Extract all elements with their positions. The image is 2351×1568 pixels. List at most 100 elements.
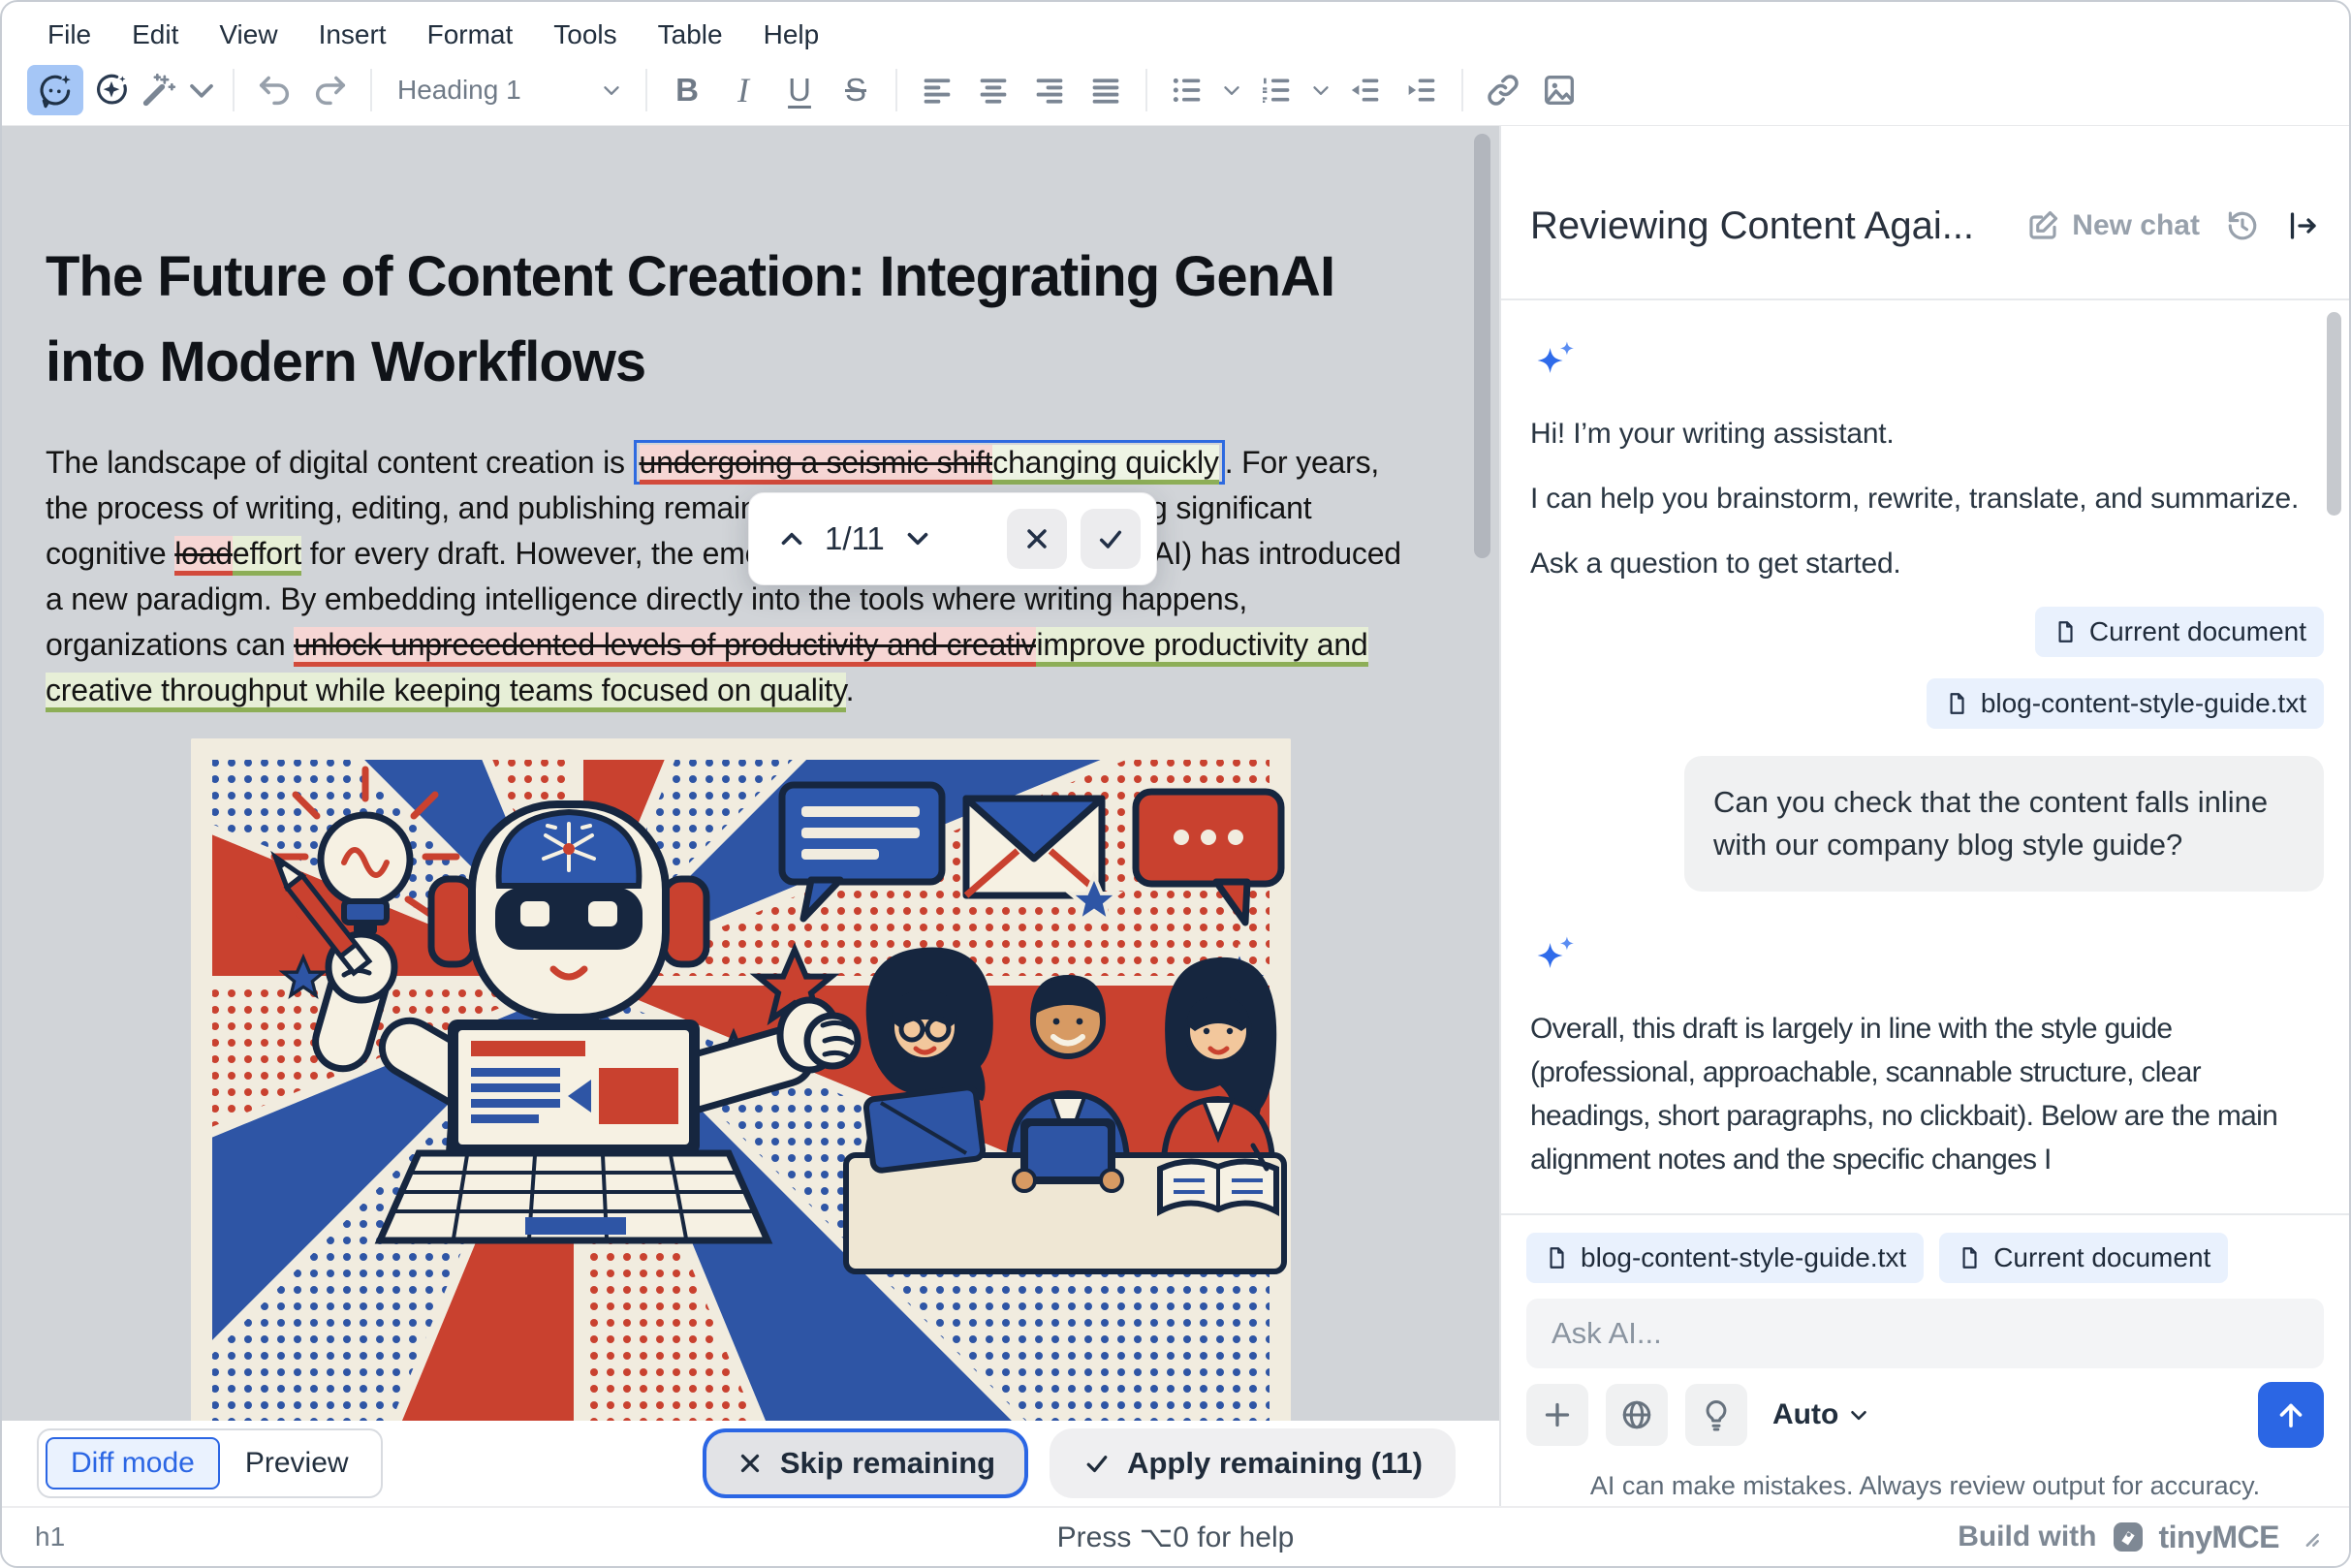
collapse-panel-button[interactable]: [2285, 208, 2320, 243]
menu-edit[interactable]: Edit: [111, 10, 199, 60]
branding-link[interactable]: Build with tinyMCE: [1958, 1518, 2279, 1556]
bold-button[interactable]: B: [659, 65, 715, 115]
menu-table[interactable]: Table: [638, 10, 743, 60]
chevron-down-icon: [599, 78, 624, 103]
previous-change-button[interactable]: [765, 512, 819, 566]
toolbar-separator: [645, 69, 647, 111]
block-format-dropdown[interactable]: Heading 1: [384, 65, 634, 115]
justify-button[interactable]: [1078, 65, 1134, 115]
assistant-message: I can help you brainstorm, rewrite, tran…: [1530, 477, 2324, 520]
toolbar: Heading 1 B I U S: [2, 62, 2349, 126]
ai-command-button[interactable]: [140, 65, 221, 115]
menu-tools[interactable]: Tools: [533, 10, 637, 60]
indent-button[interactable]: [1394, 65, 1450, 115]
send-button[interactable]: [2258, 1382, 2324, 1448]
editor-bottom-bar: Diff mode Preview Skip remaining Apply r…: [2, 1421, 1499, 1506]
chat-history-button[interactable]: [2225, 208, 2260, 243]
plus-icon: [1540, 1397, 1575, 1432]
change-counter: 1/11: [819, 520, 891, 557]
new-chat-button[interactable]: New chat: [2025, 208, 2200, 243]
strikethrough-icon: S: [845, 72, 866, 109]
image-icon: [1540, 71, 1579, 110]
apply-remaining-button[interactable]: Apply remaining (11): [1050, 1428, 1456, 1498]
chevron-down-icon: [182, 71, 221, 110]
ai-shortcuts-button[interactable]: [83, 65, 140, 115]
document-illustration[interactable]: [191, 738, 1291, 1421]
accept-change-button[interactable]: [1081, 509, 1141, 569]
tracked-deletion[interactable]: unlock unprecedented levels of productiv…: [294, 627, 1036, 667]
view-mode-toggle: Diff mode Preview: [37, 1428, 383, 1498]
collapse-panel-icon: [2285, 208, 2320, 243]
diff-mode-tab[interactable]: Diff mode: [46, 1437, 220, 1490]
underline-button[interactable]: U: [771, 65, 828, 115]
skip-remaining-button[interactable]: Skip remaining: [703, 1428, 1028, 1498]
paragraph-text: The landscape of digital content creatio…: [46, 445, 634, 480]
context-chip-style-guide[interactable]: blog-content-style-guide.txt: [1526, 1233, 1924, 1283]
undo-icon: [255, 71, 294, 110]
numbered-list-options-button[interactable]: [1304, 65, 1337, 115]
italic-icon: I: [737, 70, 749, 110]
chevron-down-icon: [1308, 78, 1333, 103]
undo-button[interactable]: [246, 65, 302, 115]
arrow-up-icon: [2273, 1396, 2309, 1433]
menu-file[interactable]: File: [27, 10, 111, 60]
ai-disclaimer: AI can make mistakes. Always review outp…: [1526, 1471, 2324, 1501]
ai-sparkle-icon: [1530, 335, 1581, 386]
menu-format[interactable]: Format: [407, 10, 534, 60]
align-left-button[interactable]: [909, 65, 965, 115]
ask-ai-input[interactable]: [1526, 1299, 2324, 1368]
reject-change-button[interactable]: [1007, 509, 1067, 569]
chat-title: Reviewing Content Agai...: [1530, 204, 2000, 248]
ai-chat-button[interactable]: [27, 65, 83, 115]
document-heading: The Future of Content Creation: Integrat…: [46, 235, 1436, 405]
apply-remaining-label: Apply remaining (11): [1127, 1446, 1423, 1481]
insert-link-button[interactable]: [1475, 65, 1531, 115]
web-search-button[interactable]: [1606, 1384, 1668, 1446]
suggestions-button[interactable]: [1685, 1384, 1747, 1446]
chat-scrollbar[interactable]: [2327, 312, 2341, 516]
document-icon: [1944, 691, 1969, 716]
context-chip-label: blog-content-style-guide.txt: [1581, 1242, 1906, 1273]
ai-shortcuts-icon: [92, 71, 131, 110]
editor-window: File Edit View Insert Format Tools Table…: [0, 0, 2351, 1568]
align-center-icon: [974, 71, 1013, 110]
editor-content-area[interactable]: The Future of Content Creation: Integrat…: [2, 126, 1499, 1421]
toolbar-separator: [233, 69, 235, 111]
tracked-change-current[interactable]: undergoing a seismic shiftchanging quick…: [634, 440, 1225, 485]
context-chip-current-document[interactable]: Current document: [1939, 1233, 2228, 1283]
align-center-button[interactable]: [965, 65, 1021, 115]
chat-messages[interactable]: Hi! I’m your writing assistant. I can he…: [1501, 300, 2349, 1213]
history-icon: [2225, 208, 2260, 243]
italic-button[interactable]: I: [715, 65, 771, 115]
menu-help[interactable]: Help: [743, 10, 840, 60]
editor-pane: The Future of Content Creation: Integrat…: [2, 126, 1501, 1506]
context-chip-label: Current document: [1993, 1242, 2210, 1273]
magic-wand-icon: [140, 71, 178, 110]
menu-view[interactable]: View: [199, 10, 298, 60]
bullet-list-button[interactable]: [1159, 65, 1215, 115]
next-change-button[interactable]: [891, 512, 945, 566]
strikethrough-button[interactable]: S: [828, 65, 884, 115]
tracked-deletion[interactable]: load: [174, 536, 233, 576]
numbered-list-button[interactable]: [1248, 65, 1304, 115]
editor-scrollbar[interactable]: [1474, 134, 1490, 558]
model-selector-dropdown[interactable]: Auto: [1772, 1398, 1871, 1431]
resize-handle[interactable]: [2297, 1524, 2322, 1550]
model-selector-value: Auto: [1772, 1398, 1838, 1431]
insert-image-button[interactable]: [1531, 65, 1587, 115]
menu-insert[interactable]: Insert: [298, 10, 407, 60]
paragraph-text: .: [846, 673, 855, 707]
tracked-insertion[interactable]: effort: [233, 536, 301, 576]
justify-icon: [1086, 71, 1125, 110]
outdent-button[interactable]: [1337, 65, 1394, 115]
ai-assistant-panel: Reviewing Content Agai... New chat Hi! I: [1501, 126, 2349, 1506]
preview-tab[interactable]: Preview: [220, 1437, 374, 1490]
element-path[interactable]: h1: [35, 1521, 65, 1552]
bullet-list-options-button[interactable]: [1215, 65, 1248, 115]
chevron-up-icon: [775, 522, 808, 555]
outdent-icon: [1346, 71, 1385, 110]
add-attachment-button[interactable]: [1526, 1384, 1588, 1446]
align-right-button[interactable]: [1021, 65, 1078, 115]
redo-button[interactable]: [302, 65, 359, 115]
assistant-response: Overall, this draft is largely in line w…: [1530, 1007, 2324, 1181]
